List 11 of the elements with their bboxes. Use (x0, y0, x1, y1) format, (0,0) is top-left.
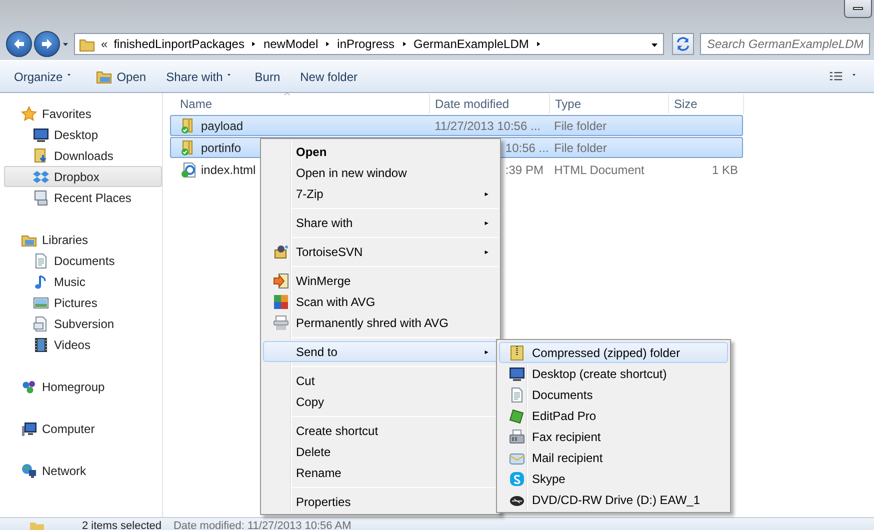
file-type: File folder (554, 118, 607, 132)
file-type: File folder (554, 140, 607, 154)
status-detail: Date modified: 11/27/2013 10:56 AM (173, 519, 352, 530)
file-name: portinfo (201, 140, 242, 156)
file-size: 1 KB (712, 162, 738, 176)
date-modified: 10:56 ... (505, 140, 549, 154)
file-name: payload (201, 118, 244, 134)
status-text: 2 items selected (82, 519, 162, 530)
date-modified: 11/27/2013 10:56 ... (434, 118, 540, 132)
file-type: HTML Document (554, 162, 644, 176)
date-modified: :39 PM (505, 162, 544, 176)
